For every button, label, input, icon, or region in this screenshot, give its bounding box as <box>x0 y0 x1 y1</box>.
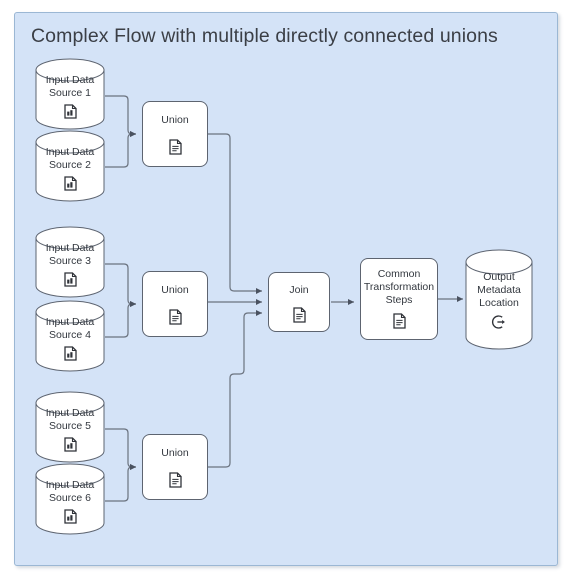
node-input-data-source-6[interactable]: Input Data Source 6 <box>35 463 105 535</box>
node-input-data-source-4[interactable]: Input Data Source 4 <box>35 300 105 372</box>
node-union-1[interactable]: Union <box>142 101 208 167</box>
node-label: Input Data Source 6 <box>45 479 95 504</box>
node-label: Join <box>289 284 309 296</box>
node-input-data-source-5[interactable]: Input Data Source 5 <box>35 391 105 463</box>
data-file-icon <box>35 103 105 121</box>
document-icon <box>361 312 437 330</box>
node-input-data-source-2[interactable]: Input Data Source 2 <box>35 130 105 202</box>
node-label: Input Data Source 5 <box>45 407 95 432</box>
node-label: Input Data Source 4 <box>45 316 95 341</box>
export-circle-icon <box>465 313 533 331</box>
data-file-icon <box>35 175 105 193</box>
node-label: Union <box>161 284 189 296</box>
node-label: Input Data Source 2 <box>45 146 95 171</box>
node-input-data-source-3[interactable]: Input Data Source 3 <box>35 226 105 298</box>
node-union-2[interactable]: Union <box>142 271 208 337</box>
node-common-transformation-steps[interactable]: Common Transformation Steps <box>360 258 438 340</box>
node-input-data-source-1[interactable]: Input Data Source 1 <box>35 58 105 130</box>
data-file-icon <box>35 271 105 289</box>
node-label: Union <box>161 447 189 459</box>
document-icon <box>143 308 207 326</box>
node-union-3[interactable]: Union <box>142 434 208 500</box>
node-label: Common Transformation Steps <box>363 268 435 306</box>
node-output-metadata-location[interactable]: Output Metadata Location <box>465 249 533 351</box>
node-label: Union <box>161 114 189 126</box>
node-label: Input Data Source 3 <box>45 242 95 267</box>
document-icon <box>143 138 207 156</box>
node-label: Output Metadata Location <box>477 271 521 309</box>
data-file-icon <box>35 508 105 526</box>
document-icon <box>143 471 207 489</box>
data-file-icon <box>35 436 105 454</box>
page-title: Complex Flow with multiple directly conn… <box>31 25 498 47</box>
node-label: Input Data Source 1 <box>45 74 95 99</box>
document-icon <box>269 306 329 324</box>
node-join[interactable]: Join <box>268 272 330 332</box>
data-file-icon <box>35 345 105 363</box>
diagram-canvas: Complex Flow with multiple directly conn… <box>0 0 572 578</box>
